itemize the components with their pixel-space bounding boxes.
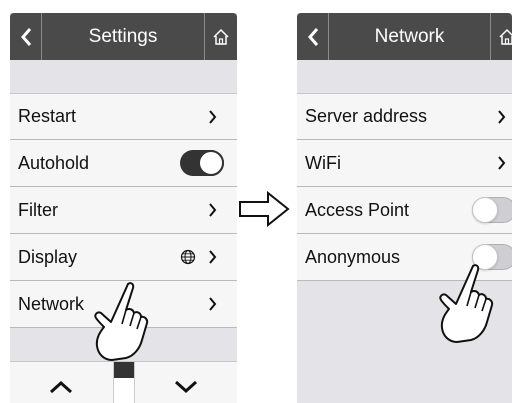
menu-item-label: Filter — [18, 199, 58, 220]
network-screen: Network Server address WiFi Access Point… — [297, 13, 512, 403]
chevron-left-icon — [307, 27, 318, 46]
chevron-left-icon — [20, 27, 31, 46]
menu-item-access-point: Access Point — [297, 187, 512, 234]
network-menu: Server address WiFi Access Point Anonymo… — [297, 93, 512, 281]
chevron-right-icon — [209, 297, 217, 311]
menu-item-restart[interactable]: Restart — [10, 93, 237, 140]
menu-item-label: Access Point — [305, 199, 410, 220]
chevron-right-icon — [498, 110, 506, 124]
page-title: Network — [374, 26, 445, 47]
globe-icon — [180, 249, 196, 265]
menu-item-label: Restart — [18, 106, 77, 126]
menu-item-label: WiFi — [305, 152, 341, 173]
caret-down-icon[interactable] — [173, 380, 199, 394]
autohold-toggle[interactable] — [180, 150, 224, 176]
title-bar: Network — [297, 13, 512, 60]
menu-item-display[interactable]: Display — [10, 234, 237, 281]
scroll-controls — [10, 361, 237, 403]
toggle-knob — [472, 197, 498, 223]
menu-item-wifi[interactable]: WiFi — [297, 140, 512, 187]
page-title: Settings — [88, 26, 158, 47]
right-arrow-icon — [239, 191, 290, 227]
menu-item-label: Autohold — [18, 152, 90, 173]
menu-item-autohold: Autohold — [10, 140, 237, 187]
access-point-toggle[interactable] — [472, 197, 512, 223]
menu-item-server-address[interactable]: Server address — [297, 93, 512, 140]
title-bar: Settings — [10, 13, 237, 60]
chevron-right-icon — [498, 156, 506, 170]
menu-item-filter[interactable]: Filter — [10, 187, 237, 234]
home-button[interactable] — [490, 13, 512, 60]
home-icon — [213, 28, 229, 45]
chevron-right-icon — [209, 250, 217, 264]
toggle-knob — [198, 150, 224, 176]
caret-up-icon[interactable] — [48, 380, 74, 394]
pointing-hand-icon — [439, 264, 494, 343]
menu-item-label: Display — [18, 246, 78, 267]
back-button[interactable] — [297, 13, 329, 60]
scroll-track[interactable] — [113, 362, 135, 403]
scroll-thumb[interactable] — [114, 362, 134, 378]
menu-item-label: Server address — [305, 106, 428, 126]
back-button[interactable] — [10, 13, 42, 60]
chevron-right-icon — [209, 203, 217, 217]
pointing-hand-icon — [94, 282, 149, 361]
home-icon — [499, 28, 512, 45]
chevron-right-icon — [209, 110, 217, 124]
home-button[interactable] — [204, 13, 237, 60]
menu-item-label: Anonymous — [305, 246, 401, 267]
menu-item-label: Network — [18, 293, 85, 314]
